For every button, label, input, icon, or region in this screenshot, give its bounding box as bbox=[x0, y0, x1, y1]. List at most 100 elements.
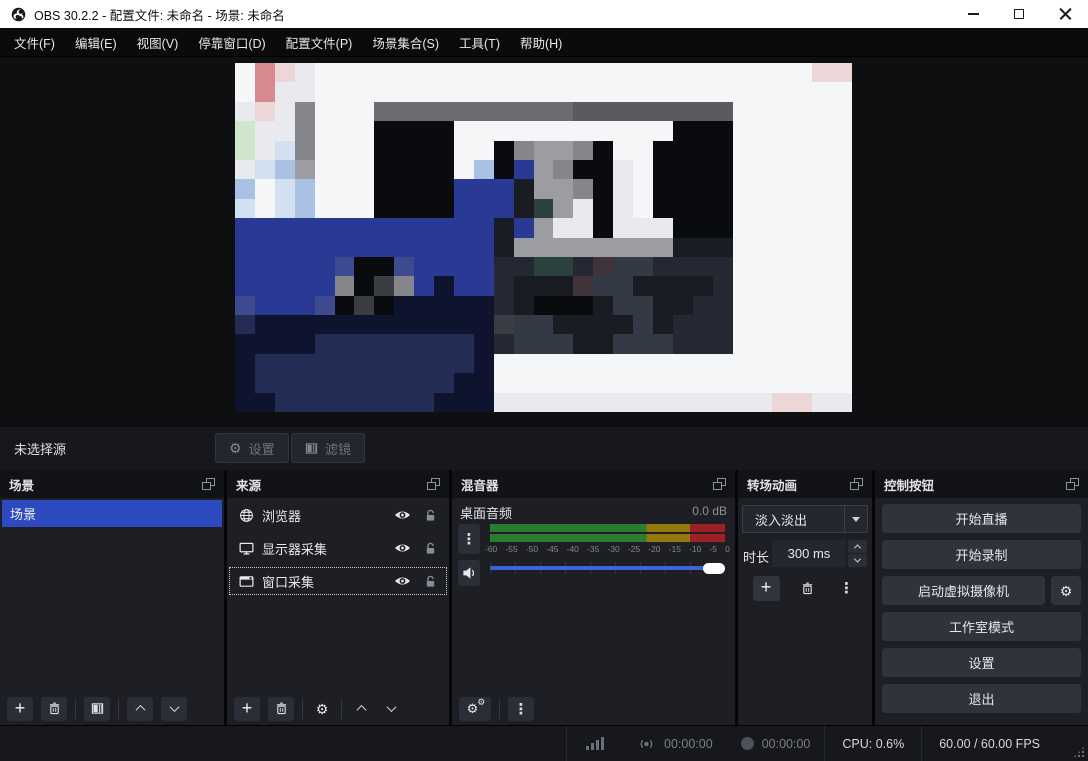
menu-item-0[interactable]: 文件(F) bbox=[4, 27, 65, 58]
controls-body: 开始直播 开始录制 启动虚拟摄像机 ⚙ 工作室模式 设置 退出 bbox=[875, 498, 1088, 726]
menu-item-6[interactable]: 工具(T) bbox=[449, 27, 510, 58]
select-caret-area[interactable] bbox=[844, 506, 867, 532]
menu-item-1[interactable]: 编辑(E) bbox=[65, 27, 127, 58]
window-controls bbox=[950, 0, 1088, 28]
meter-tick-label: -55 bbox=[505, 544, 517, 554]
source-properties-button[interactable]: ⚙ 设置 bbox=[215, 433, 289, 463]
source-action-bar: 未选择源 ⚙ 设置 滤镜 bbox=[0, 427, 1088, 470]
plus-icon: + bbox=[761, 578, 772, 596]
menu-item-3[interactable]: 停靠窗口(D) bbox=[188, 27, 275, 58]
duration-decrement-button[interactable] bbox=[848, 554, 867, 567]
eye-icon[interactable] bbox=[394, 509, 411, 521]
menu-item-5[interactable]: 场景集合(S) bbox=[362, 27, 449, 58]
start-streaming-button[interactable]: 开始直播 bbox=[882, 504, 1081, 533]
source-properties-toolbar-button[interactable]: ⚙ bbox=[311, 697, 333, 721]
source-row-browser[interactable]: 浏览器 bbox=[229, 501, 447, 529]
start-recording-button[interactable]: 开始录制 bbox=[882, 540, 1081, 569]
remove-source-button[interactable] bbox=[268, 697, 294, 721]
meter-tick-label: -15 bbox=[669, 544, 681, 554]
record-time: 00:00:00 bbox=[762, 737, 811, 751]
add-scene-button[interactable]: + bbox=[7, 697, 33, 721]
scene-up-button[interactable] bbox=[127, 697, 153, 721]
popout-icon[interactable] bbox=[850, 478, 863, 490]
scene-filters-button[interactable] bbox=[84, 697, 110, 721]
sources-dock-header[interactable]: 来源 bbox=[227, 470, 449, 498]
advanced-audio-button[interactable]: ⚙⚙ bbox=[459, 697, 491, 721]
maximize-icon bbox=[1014, 9, 1024, 19]
remove-scene-button[interactable] bbox=[41, 697, 67, 721]
trash-icon bbox=[801, 582, 814, 595]
menu-item-4[interactable]: 配置文件(P) bbox=[276, 27, 363, 58]
close-button[interactable] bbox=[1042, 0, 1088, 28]
obs-logo-icon bbox=[11, 7, 26, 22]
controls-dock-header[interactable]: 控制按钮 bbox=[875, 470, 1088, 498]
popout-icon[interactable] bbox=[427, 478, 440, 490]
stream-time: 00:00:00 bbox=[664, 737, 713, 751]
transition-select[interactable]: 淡入淡出 bbox=[742, 505, 868, 533]
toolbar-separator bbox=[118, 699, 119, 719]
globe-icon bbox=[239, 508, 254, 523]
mute-button[interactable] bbox=[458, 560, 480, 586]
double-gear-icon: ⚙⚙ bbox=[467, 702, 484, 715]
lock-icon[interactable] bbox=[424, 509, 437, 522]
mixer-channel-menu-button[interactable]: ⋮ bbox=[458, 524, 480, 554]
mixer-dock-header[interactable]: 混音器 bbox=[452, 470, 735, 498]
source-row-display-capture[interactable]: 显示器采集 bbox=[229, 534, 447, 562]
meter-tick-label: -45 bbox=[546, 544, 558, 554]
duration-input[interactable]: 300 ms bbox=[772, 540, 846, 567]
eye-icon[interactable] bbox=[394, 542, 411, 554]
menu-item-2[interactable]: 视图(V) bbox=[127, 27, 189, 58]
kebab-icon: ⋮ bbox=[514, 700, 529, 718]
add-transition-button[interactable]: + bbox=[753, 576, 780, 601]
scene-label: 场景 bbox=[10, 504, 36, 523]
maximize-button[interactable] bbox=[996, 0, 1042, 28]
duration-increment-button[interactable] bbox=[848, 540, 867, 553]
meter-tick-label: -40 bbox=[567, 544, 579, 554]
filter-icon bbox=[91, 702, 104, 715]
statusbar-separator bbox=[566, 726, 567, 761]
close-icon bbox=[1059, 8, 1072, 21]
eye-icon[interactable] bbox=[394, 575, 411, 587]
meter-bar-right bbox=[490, 534, 725, 542]
toolbar-separator bbox=[302, 699, 303, 719]
lock-icon[interactable] bbox=[424, 542, 437, 555]
source-row-window-capture[interactable]: 窗口采集 bbox=[229, 567, 447, 595]
scenes-dock-header[interactable]: 场景 bbox=[0, 470, 224, 498]
popout-icon[interactable] bbox=[202, 478, 215, 490]
scene-list-item[interactable]: 场景 bbox=[2, 500, 222, 527]
gear-icon: ⚙ bbox=[1060, 584, 1073, 598]
statusbar: 00:00:00 00:00:00 CPU: 0.6% 60.00 / 60.0… bbox=[0, 725, 1088, 761]
add-source-button[interactable]: + bbox=[234, 697, 260, 721]
source-down-button[interactable] bbox=[380, 697, 402, 721]
duration-value: 300 ms bbox=[788, 546, 831, 561]
popout-icon[interactable] bbox=[713, 478, 726, 490]
kebab-icon: ⋮ bbox=[839, 579, 854, 597]
transition-menu-button[interactable]: ⋮ bbox=[836, 576, 858, 600]
settings-button[interactable]: 设置 bbox=[882, 648, 1081, 677]
studio-mode-button[interactable]: 工作室模式 bbox=[882, 612, 1081, 641]
preview-canvas[interactable] bbox=[235, 63, 852, 412]
volume-slider-handle[interactable] bbox=[703, 563, 725, 574]
remove-transition-button[interactable] bbox=[797, 576, 819, 600]
volume-slider[interactable] bbox=[490, 562, 725, 574]
scene-down-button[interactable] bbox=[161, 697, 187, 721]
scenes-dock: 场景 场景 + bbox=[0, 470, 224, 725]
transitions-dock-header[interactable]: 转场动画 bbox=[738, 470, 872, 498]
menu-item-7[interactable]: 帮助(H) bbox=[510, 27, 572, 58]
lock-icon[interactable] bbox=[424, 575, 437, 588]
virtual-camera-config-button[interactable]: ⚙ bbox=[1051, 576, 1081, 605]
popout-icon[interactable] bbox=[1066, 478, 1079, 490]
no-source-label: 未选择源 bbox=[14, 439, 66, 458]
exit-button[interactable]: 退出 bbox=[882, 684, 1081, 713]
resize-grip[interactable] bbox=[1073, 746, 1085, 758]
source-up-button[interactable] bbox=[350, 697, 372, 721]
mixer-menu-button[interactable]: ⋮ bbox=[508, 697, 534, 721]
monitor-icon bbox=[239, 541, 254, 556]
sources-toolbar: + ⚙ bbox=[227, 692, 449, 725]
start-virtual-camera-button[interactable]: 启动虚拟摄像机 bbox=[882, 576, 1045, 605]
minimize-button[interactable] bbox=[950, 0, 996, 28]
toolbar-separator bbox=[499, 699, 500, 719]
duration-spinner bbox=[848, 540, 867, 567]
sources-list: 浏览器 显示器采集 bbox=[227, 498, 449, 725]
source-filters-button[interactable]: 滤镜 bbox=[291, 433, 365, 463]
